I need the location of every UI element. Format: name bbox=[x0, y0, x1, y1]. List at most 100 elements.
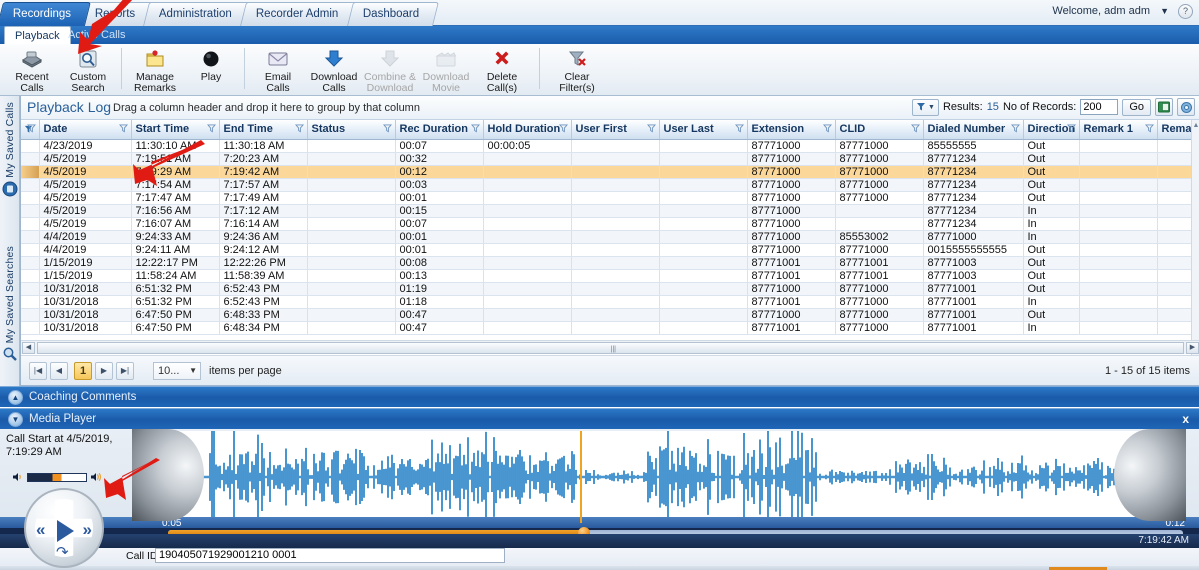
tab-active-calls[interactable]: Active Calls bbox=[58, 26, 135, 44]
row-selector-cell[interactable] bbox=[21, 295, 40, 309]
row-selector-cell[interactable] bbox=[21, 191, 40, 205]
scroll-right-icon[interactable]: ▶ bbox=[1186, 341, 1199, 354]
filter-dropdown-button[interactable]: ▼ bbox=[912, 98, 939, 116]
column-header-user-first[interactable]: User First bbox=[571, 120, 660, 140]
volume-slider[interactable] bbox=[27, 472, 87, 482]
column-header-direction[interactable]: Direction bbox=[1023, 120, 1080, 140]
recent-calls-button[interactable]: Recent Calls bbox=[4, 44, 60, 95]
table-row[interactable]: 4/4/2019 9:24:11 AM 9:24:12 AM 00:01 8777100… bbox=[21, 243, 1194, 257]
table-row[interactable]: 4/5/2019 7:19:29 AM 7:19:42 AM 00:12 8777100… bbox=[21, 165, 1194, 179]
pager-prev-button[interactable]: ◀ bbox=[50, 361, 68, 380]
delete-calls-button[interactable]: Delete Call(s) bbox=[474, 44, 530, 95]
column-header-rec-duration[interactable]: Rec Duration bbox=[395, 120, 484, 140]
table-row[interactable]: 4/5/2019 7:16:56 AM 7:17:12 AM 00:15 8777100… bbox=[21, 204, 1194, 218]
main-tab-dashboard[interactable]: Dashboard bbox=[346, 2, 440, 26]
pager-first-button[interactable]: |◀ bbox=[29, 361, 47, 380]
excel-export-icon[interactable] bbox=[1155, 98, 1173, 116]
h-scroll-thumb[interactable]: ||| bbox=[37, 341, 1184, 354]
row-selector-cell[interactable] bbox=[21, 256, 40, 270]
column-header-user-last[interactable]: User Last bbox=[659, 120, 748, 140]
waveform-display[interactable] bbox=[168, 431, 1186, 523]
row-selector-cell[interactable] bbox=[21, 282, 40, 296]
table-row[interactable]: 10/31/2018 6:47:50 PM 6:48:34 PM 00:47 87771… bbox=[21, 321, 1194, 335]
close-icon[interactable]: x bbox=[1182, 412, 1189, 426]
call-id-value[interactable]: 190405071929001210 0001 bbox=[155, 548, 505, 563]
row-selector-cell[interactable] bbox=[21, 152, 40, 166]
email-calls-button[interactable]: Email Calls bbox=[250, 44, 306, 95]
row-selector-cell[interactable] bbox=[21, 165, 40, 179]
scroll-up-icon[interactable]: ▲ bbox=[1192, 122, 1199, 129]
column-header-dialed-number[interactable]: Dialed Number bbox=[923, 120, 1024, 140]
main-tab-recordings-label: Recordings bbox=[12, 8, 72, 20]
sidebar-item-my-saved-searches[interactable]: My Saved Searches bbox=[0, 246, 20, 365]
clear-filters-button[interactable]: Clear Filter(s) bbox=[549, 44, 605, 95]
chevron-down-icon[interactable]: ▼ bbox=[8, 411, 23, 427]
table-row[interactable]: 10/31/2018 6:47:50 PM 6:48:33 PM 00:47 87771… bbox=[21, 308, 1194, 322]
sidebar-item-my-saved-calls[interactable]: My Saved Calls bbox=[0, 102, 20, 200]
volume-control[interactable] bbox=[12, 471, 102, 483]
items-per-page-select[interactable]: 10... ▼ bbox=[153, 361, 201, 380]
download-movie-button[interactable]: Download Movie bbox=[418, 44, 474, 95]
main-tab-administration[interactable]: Administration bbox=[143, 2, 253, 26]
column-header-status[interactable]: Status bbox=[307, 120, 396, 140]
table-row[interactable]: 4/5/2019 7:19:51 AM 7:20:23 AM 00:32 8777100… bbox=[21, 152, 1194, 166]
help-icon[interactable]: ? bbox=[1178, 4, 1193, 19]
row-selector-cell[interactable] bbox=[21, 230, 40, 244]
play-icon[interactable] bbox=[57, 520, 74, 542]
chevron-up-icon[interactable]: ▲ bbox=[8, 389, 23, 405]
combine-download-button[interactable]: Combine & Download bbox=[362, 44, 418, 95]
loop-icon[interactable]: ↷ bbox=[56, 545, 69, 560]
table-row[interactable]: 4/4/2019 9:24:33 AM 9:24:36 AM 00:01 8777100… bbox=[21, 230, 1194, 244]
coaching-comments-section-header[interactable]: ▲ Coaching Comments bbox=[0, 386, 1199, 407]
column-header-end-time[interactable]: End Time bbox=[219, 120, 308, 140]
waveform-playhead[interactable] bbox=[580, 431, 582, 523]
transport-control[interactable]: « » ↷ bbox=[24, 488, 104, 568]
table-row[interactable]: 1/15/2019 11:58:24 AM 11:58:39 AM 00:13 8777… bbox=[21, 269, 1194, 283]
column-header-date[interactable]: Date bbox=[39, 120, 132, 140]
column-header-hold-duration[interactable]: Hold Duration bbox=[483, 120, 572, 140]
row-selector-cell[interactable] bbox=[21, 269, 40, 283]
header-filter-cell[interactable] bbox=[21, 120, 40, 140]
cell-r1 bbox=[1079, 269, 1158, 283]
table-row[interactable]: 1/15/2019 12:22:17 PM 12:22:26 PM 00:08 8777… bbox=[21, 256, 1194, 270]
row-selector-cell[interactable] bbox=[21, 308, 40, 322]
pager-page-1[interactable]: 1 bbox=[74, 361, 92, 380]
column-header-start-time[interactable]: Start Time bbox=[131, 120, 220, 140]
column-header-remark[interactable]: Remark bbox=[1157, 120, 1199, 140]
pager-next-button[interactable]: ▶ bbox=[95, 361, 113, 380]
pager-last-button[interactable]: ▶| bbox=[116, 361, 134, 380]
main-tab-recordings[interactable]: Recordings bbox=[0, 2, 92, 26]
rewind-icon[interactable]: « bbox=[36, 521, 45, 538]
table-row[interactable]: 4/5/2019 7:16:07 AM 7:16:14 AM 00:07 8777100… bbox=[21, 217, 1194, 231]
scroll-left-icon[interactable]: ◀ bbox=[22, 341, 35, 354]
records-input[interactable] bbox=[1080, 99, 1119, 115]
row-selector-cell[interactable] bbox=[21, 321, 40, 335]
table-row[interactable]: 4/5/2019 7:17:54 AM 7:17:57 AM 00:03 8777100… bbox=[21, 178, 1194, 192]
fast-forward-icon[interactable]: » bbox=[83, 521, 92, 538]
row-selector-cell[interactable] bbox=[21, 243, 40, 257]
row-selector-cell[interactable] bbox=[21, 178, 40, 192]
download-calls-button[interactable]: Download Calls bbox=[306, 44, 362, 95]
gear-icon[interactable] bbox=[1177, 98, 1195, 116]
column-header-remark-1[interactable]: Remark 1 bbox=[1079, 120, 1158, 140]
table-row[interactable]: 4/5/2019 7:17:47 AM 7:17:49 AM 00:01 8777100… bbox=[21, 191, 1194, 205]
column-header-extension[interactable]: Extension bbox=[747, 120, 836, 140]
table-row[interactable]: 10/31/2018 6:51:32 PM 6:52:43 PM 01:19 87771… bbox=[21, 282, 1194, 296]
grid-vertical-scrollbar[interactable]: ▲ bbox=[1191, 120, 1199, 355]
welcome-user-menu[interactable]: Welcome, adm adm ▼ bbox=[1052, 5, 1169, 17]
table-row[interactable]: 4/23/2019 11:30:10 AM 11:30:18 AM 00:07 00:0… bbox=[21, 139, 1194, 153]
grid-horizontal-scrollbar[interactable]: ◀ ||| ▶ bbox=[21, 340, 1199, 354]
manage-remarks-button[interactable]: Manage Remarks bbox=[127, 44, 183, 95]
main-tab-recorder-admin[interactable]: Recorder Admin bbox=[240, 2, 359, 26]
media-player-section-header[interactable]: ▼ Media Player x bbox=[0, 408, 1199, 429]
cell-clid: 87771000 bbox=[835, 191, 924, 205]
row-selector-cell[interactable] bbox=[21, 217, 40, 231]
row-selector-cell[interactable] bbox=[21, 204, 40, 218]
row-selector-cell[interactable] bbox=[21, 139, 40, 153]
go-button[interactable]: Go bbox=[1122, 98, 1151, 116]
play-button[interactable]: Play bbox=[183, 44, 239, 95]
column-header-clid[interactable]: CLID bbox=[835, 120, 924, 140]
table-row[interactable]: 10/31/2018 6:51:32 PM 6:52:43 PM 01:18 87771… bbox=[21, 295, 1194, 309]
cell-status bbox=[307, 295, 396, 309]
custom-search-button[interactable]: Custom Search bbox=[60, 44, 116, 95]
